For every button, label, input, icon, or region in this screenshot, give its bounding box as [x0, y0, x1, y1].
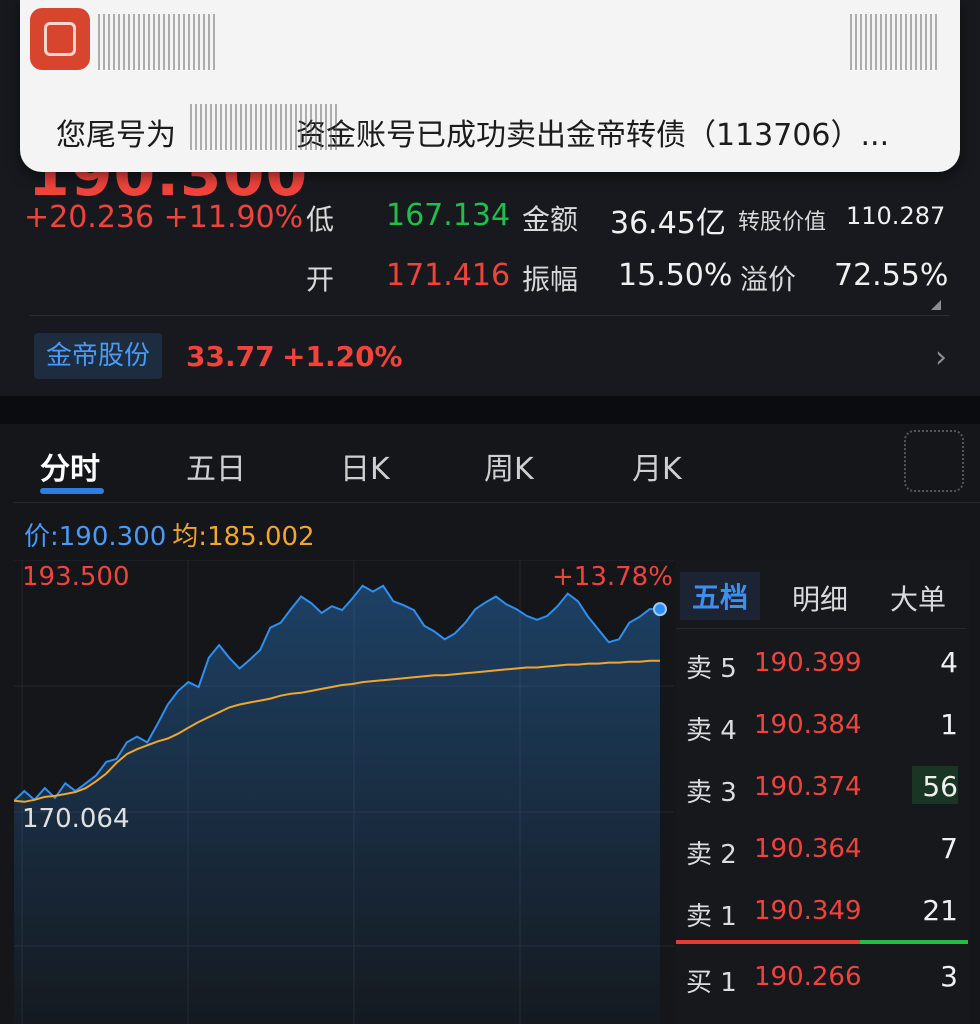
- ask4-price: 190.384: [754, 710, 862, 740]
- ask3-label: 卖 3: [686, 778, 737, 808]
- ask5-qty: 4: [940, 646, 958, 679]
- price-label: 价:: [24, 522, 59, 552]
- ask3-price: 190.374: [754, 772, 862, 802]
- amount-label: 金额: [522, 203, 579, 236]
- price-value: 190.300: [58, 522, 167, 552]
- blurred-region: [850, 14, 940, 70]
- open-value: 171.416: [386, 258, 511, 293]
- tab-intraday[interactable]: 分时: [40, 444, 100, 488]
- low-label: 低: [306, 203, 335, 236]
- ask3-qty: 56: [922, 770, 958, 803]
- price-change: +20.236 +11.90%: [24, 200, 304, 235]
- tab-daily-k[interactable]: 日K: [340, 444, 390, 488]
- price-average-readout: 价:190.300 均:185.002: [24, 516, 315, 553]
- premium-label: 溢价: [740, 263, 797, 296]
- section-gap: [0, 396, 980, 424]
- chart-high-label: 193.500: [22, 562, 130, 592]
- ask4-label: 卖 4: [686, 716, 737, 746]
- underlying-stock-change: +1.20%: [282, 340, 403, 373]
- ask2-price: 190.364: [754, 834, 862, 864]
- tab-large-orders[interactable]: 大单: [890, 578, 946, 618]
- divider: [30, 315, 950, 316]
- tab-weekly-k[interactable]: 周K: [484, 444, 534, 488]
- bid1-price: 190.266: [754, 962, 862, 992]
- amplitude-value: 15.50%: [618, 258, 733, 293]
- ask2-label: 卖 2: [686, 840, 737, 870]
- amplitude-label: 振幅: [522, 263, 579, 296]
- chart-low-label: 170.064: [22, 804, 130, 834]
- blurred-region: [758, 436, 862, 488]
- tab-five-day[interactable]: 五日: [186, 444, 246, 488]
- ask1-qty: 21: [922, 894, 958, 927]
- blurred-account-number: [190, 104, 340, 150]
- bid1-label: 买 1: [686, 968, 737, 998]
- chart-percent-label: +13.78%: [552, 562, 673, 592]
- intraday-chart[interactable]: [14, 560, 674, 1024]
- underlying-stock-price: 33.77: [186, 340, 275, 373]
- tab-five-levels[interactable]: 五档: [680, 572, 761, 620]
- underlying-stock-name[interactable]: 金帝股份: [34, 333, 163, 379]
- blurred-region: [98, 14, 216, 70]
- ask1-price: 190.349: [754, 896, 862, 926]
- ask5-label: 卖 5: [686, 654, 737, 684]
- tab-monthly-k[interactable]: 月K: [632, 444, 682, 488]
- ask5-price: 190.399: [754, 648, 862, 678]
- bid1-qty: 3: [940, 960, 958, 993]
- conversion-value: 110.287: [846, 202, 946, 230]
- low-value: 167.134: [386, 198, 511, 233]
- bid-ratio-bar: [860, 940, 968, 944]
- average-value: 185.002: [207, 522, 315, 552]
- app-icon: [30, 8, 90, 70]
- conversion-value-label: 转股价值: [738, 210, 827, 235]
- divider: [676, 628, 966, 629]
- notification-message: 您尾号为 资金账号已成功卖出金帝转债（113706）...: [56, 118, 890, 153]
- average-label: 均:: [172, 522, 208, 552]
- divider: [14, 502, 980, 503]
- ask-ratio-bar: [676, 940, 860, 944]
- expand-corner-icon[interactable]: [931, 300, 941, 310]
- current-price-dot: [653, 602, 667, 617]
- open-label: 开: [306, 263, 335, 296]
- ask1-label: 卖 1: [686, 902, 737, 932]
- chevron-right-icon[interactable]: ›: [935, 340, 947, 375]
- settings-icon[interactable]: [904, 430, 964, 492]
- ask2-qty: 7: [940, 832, 958, 865]
- tab-details[interactable]: 明细: [792, 578, 848, 618]
- amount-value: 36.45亿: [610, 206, 726, 241]
- premium-value: 72.55%: [834, 258, 949, 293]
- active-tab-indicator: [40, 488, 104, 494]
- ask4-qty: 1: [940, 708, 958, 741]
